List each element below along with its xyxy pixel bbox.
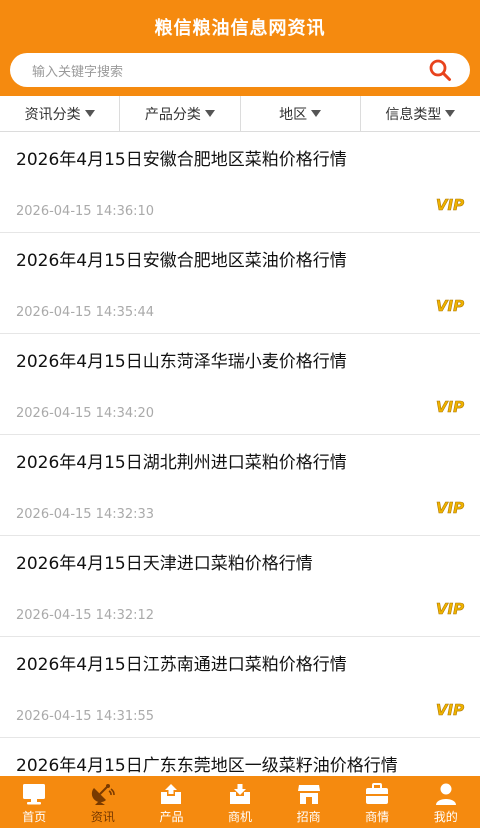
- article-time: 2026-04-15 14:36:10: [16, 204, 155, 219]
- article-title[interactable]: 2026年4月15日广东东莞地区一级菜籽油价格行情: [16, 751, 398, 776]
- tab-label: 我的: [433, 810, 458, 824]
- vip-badge-text: VIP: [436, 701, 464, 719]
- article-title[interactable]: 2026年4月15日山东菏泽华瑞小麦价格行情: [16, 347, 347, 372]
- tab-label: 产品: [159, 810, 184, 824]
- article-title[interactable]: 2026年4月15日安徽合肥地区菜粕价格行情: [16, 145, 347, 170]
- bottom-tab-bar: 首页 资讯 产品 商机 招商 商情 我的: [0, 776, 480, 828]
- article-title[interactable]: 2026年4月15日安徽合肥地区菜油价格行情: [16, 246, 347, 271]
- list-item[interactable]: 2026年4月15日天津进口菜粕价格行情 2026-04-15 14:32:12…: [0, 536, 480, 637]
- article-title[interactable]: 2026年4月15日天津进口菜粕价格行情: [16, 549, 313, 574]
- dropdown-arrow-icon: [84, 110, 95, 117]
- tab-label: 商情: [365, 810, 390, 824]
- vip-badge-text: VIP: [436, 196, 464, 214]
- filter-bar: 资讯分类 产品分类 地区 信息类型: [0, 96, 480, 132]
- tab-label: 招商: [296, 810, 321, 824]
- vip-badge-text: VIP: [436, 297, 464, 315]
- article-title[interactable]: 2026年4月15日湖北荆州进口菜粕价格行情: [16, 448, 347, 473]
- vip-badge-text: VIP: [436, 499, 464, 517]
- dropdown-arrow-icon: [311, 110, 322, 117]
- list-item[interactable]: 2026年4月15日安徽合肥地区菜粕价格行情 2026-04-15 14:36:…: [0, 132, 480, 233]
- tab-label: 资讯: [90, 810, 115, 824]
- storefront-icon: [297, 785, 320, 804]
- list-item[interactable]: 2026年4月15日山东菏泽华瑞小麦价格行情 2026-04-15 14:34:…: [0, 334, 480, 435]
- vip-badge-text: VIP: [436, 600, 464, 618]
- filter-product-category[interactable]: 产品分类: [120, 96, 241, 131]
- filter-label: 产品分类: [144, 106, 201, 123]
- list-item[interactable]: 2026年4月15日广东东莞地区一级菜籽油价格行情: [0, 738, 480, 776]
- list-item[interactable]: 2026年4月15日湖北荆州进口菜粕价格行情 2026-04-15 14:32:…: [0, 435, 480, 536]
- tab-opportunities[interactable]: 商机: [206, 776, 275, 828]
- article-list: 2026年4月15日安徽合肥地区菜粕价格行情 2026-04-15 14:36:…: [0, 132, 480, 776]
- search-input[interactable]: 输入关键字搜索: [32, 61, 123, 80]
- filter-region[interactable]: 地区: [241, 96, 361, 131]
- article-time: 2026-04-15 14:34:20: [16, 406, 155, 421]
- article-time: 2026-04-15 14:31:55: [16, 709, 155, 724]
- tab-products[interactable]: 产品: [137, 776, 206, 828]
- filter-label: 地区: [279, 106, 308, 123]
- filter-label: 信息类型: [385, 106, 442, 123]
- search-icon[interactable]: [428, 58, 452, 82]
- briefcase-icon: [366, 783, 389, 804]
- download-box-icon: [230, 784, 251, 804]
- monitor-icon: [23, 784, 46, 805]
- user-icon: [435, 783, 456, 805]
- app-header: 粮信粮油信息网资讯 输入关键字搜索: [0, 0, 480, 96]
- tab-home[interactable]: 首页: [0, 776, 69, 828]
- satellite-dish-icon: [91, 784, 115, 805]
- search-bar[interactable]: 输入关键字搜索: [10, 53, 470, 87]
- tab-news[interactable]: 资讯: [69, 776, 138, 828]
- vip-badge-icon: VIP: [436, 600, 465, 618]
- tab-investment[interactable]: 招商: [274, 776, 343, 828]
- vip-badge-icon: VIP: [436, 499, 465, 517]
- article-title[interactable]: 2026年4月15日江苏南通进口菜粕价格行情: [16, 650, 347, 675]
- dropdown-arrow-icon: [445, 110, 456, 117]
- tab-label: 首页: [22, 810, 47, 824]
- filter-label: 资讯分类: [24, 106, 81, 123]
- article-time: 2026-04-15 14:35:44: [16, 305, 155, 320]
- tab-market[interactable]: 商情: [343, 776, 412, 828]
- filter-info-type[interactable]: 信息类型: [361, 96, 480, 131]
- filter-news-category[interactable]: 资讯分类: [0, 96, 121, 131]
- dropdown-arrow-icon: [204, 110, 215, 117]
- upload-box-icon: [161, 784, 182, 804]
- tab-label: 商机: [228, 810, 253, 824]
- list-item[interactable]: 2026年4月15日江苏南通进口菜粕价格行情 2026-04-15 14:31:…: [0, 637, 480, 738]
- tab-mine[interactable]: 我的: [411, 776, 480, 828]
- article-time: 2026-04-15 14:32:33: [16, 507, 155, 522]
- vip-badge-icon: VIP: [436, 196, 465, 214]
- vip-badge-icon: VIP: [436, 297, 465, 315]
- vip-badge-icon: VIP: [436, 398, 465, 416]
- page-title: 粮信粮油信息网资讯: [154, 18, 326, 39]
- vip-badge-text: VIP: [436, 398, 464, 416]
- article-time: 2026-04-15 14:32:12: [16, 608, 155, 623]
- list-item[interactable]: 2026年4月15日安徽合肥地区菜油价格行情 2026-04-15 14:35:…: [0, 233, 480, 334]
- vip-badge-icon: VIP: [436, 701, 465, 719]
